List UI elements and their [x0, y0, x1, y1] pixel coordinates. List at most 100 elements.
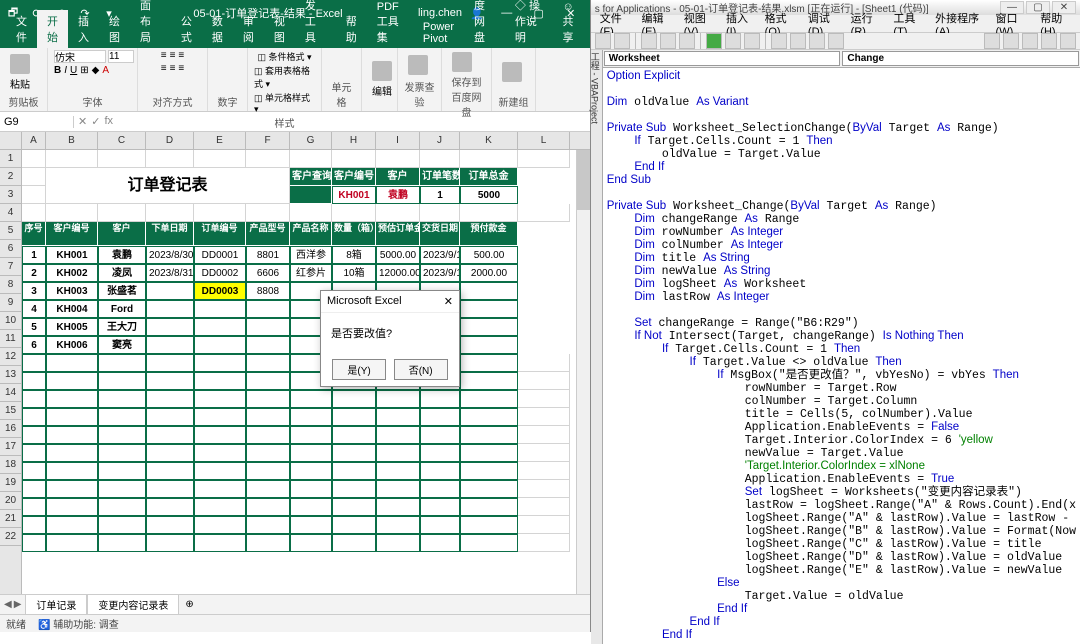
- cell[interactable]: 5: [22, 318, 46, 336]
- camera-button[interactable]: [498, 60, 526, 84]
- cell[interactable]: [460, 318, 518, 336]
- vbe-tool-icon[interactable]: [1060, 33, 1076, 49]
- invoice-verify-button[interactable]: [404, 53, 432, 77]
- cell[interactable]: [460, 150, 518, 168]
- vbe-stop-icon[interactable]: [744, 33, 760, 49]
- align-top-button[interactable]: ≡: [161, 50, 167, 61]
- cell[interactable]: KH002: [46, 264, 98, 282]
- cell[interactable]: [246, 300, 290, 318]
- cond-format-button[interactable]: ◫ 条件格式 ▾: [257, 50, 311, 63]
- vbe-tool-icon[interactable]: [828, 33, 844, 49]
- cell[interactable]: [98, 462, 146, 480]
- cell[interactable]: [420, 444, 460, 462]
- cell[interactable]: [246, 372, 290, 390]
- row-header[interactable]: 19: [0, 474, 21, 492]
- cell[interactable]: [246, 516, 290, 534]
- cell[interactable]: [22, 498, 46, 516]
- cell[interactable]: [290, 462, 332, 480]
- cell[interactable]: [98, 534, 146, 552]
- vbe-tool-icon[interactable]: [1003, 33, 1019, 49]
- cell[interactable]: [194, 300, 246, 318]
- row-header[interactable]: 10: [0, 312, 21, 330]
- cell[interactable]: [420, 390, 460, 408]
- vbe-procedure-dropdown[interactable]: Change: [842, 51, 1079, 66]
- row-header[interactable]: 12: [0, 348, 21, 366]
- col-header[interactable]: E: [194, 132, 246, 149]
- cell[interactable]: 8801: [246, 246, 290, 264]
- cell[interactable]: [420, 204, 460, 222]
- cell[interactable]: [332, 462, 376, 480]
- cell[interactable]: [46, 354, 98, 372]
- cell[interactable]: [290, 390, 332, 408]
- row-header[interactable]: 2: [0, 168, 21, 186]
- cell[interactable]: [460, 462, 518, 480]
- cell[interactable]: [460, 372, 518, 390]
- cell[interactable]: [420, 408, 460, 426]
- cell[interactable]: [290, 498, 332, 516]
- cell[interactable]: Ford: [98, 300, 146, 318]
- cell[interactable]: [376, 426, 420, 444]
- cell[interactable]: [98, 204, 146, 222]
- tab-pdftools[interactable]: PDF工具集: [367, 0, 413, 48]
- cell[interactable]: 西洋参: [290, 246, 332, 264]
- cell[interactable]: [290, 186, 332, 204]
- cell[interactable]: [518, 498, 570, 516]
- cell[interactable]: 袁鹏: [376, 186, 420, 204]
- vbe-tool-icon[interactable]: [595, 33, 611, 49]
- row-header[interactable]: 16: [0, 420, 21, 438]
- tab-draw[interactable]: 绘图: [99, 10, 130, 48]
- cell[interactable]: [246, 150, 290, 168]
- cell[interactable]: [22, 390, 46, 408]
- cell[interactable]: [460, 408, 518, 426]
- cell[interactable]: [518, 408, 570, 426]
- cell[interactable]: [146, 318, 194, 336]
- cell[interactable]: 客户: [376, 168, 420, 186]
- cell[interactable]: KH005: [46, 318, 98, 336]
- align-bot-button[interactable]: ≡: [178, 50, 184, 61]
- cell[interactable]: [518, 516, 570, 534]
- cell[interactable]: 2023/8/31: [146, 264, 194, 282]
- cell[interactable]: [518, 534, 570, 552]
- cell[interactable]: [518, 462, 570, 480]
- cell[interactable]: 订单编号: [194, 222, 246, 246]
- cell[interactable]: [22, 186, 46, 204]
- cell[interactable]: [146, 534, 194, 552]
- vbe-tool-icon[interactable]: [809, 33, 825, 49]
- cell[interactable]: [460, 300, 518, 318]
- cell[interactable]: [290, 204, 332, 222]
- cell[interactable]: [460, 480, 518, 498]
- paste-button[interactable]: 粘贴: [6, 52, 34, 93]
- cell[interactable]: [246, 354, 290, 372]
- cell[interactable]: [194, 426, 246, 444]
- cell[interactable]: [46, 150, 98, 168]
- align-mid-button[interactable]: ≡: [170, 50, 176, 61]
- cell[interactable]: [332, 516, 376, 534]
- cell[interactable]: [420, 480, 460, 498]
- vbe-run-icon[interactable]: [706, 33, 722, 49]
- cell[interactable]: [460, 444, 518, 462]
- cell[interactable]: [290, 516, 332, 534]
- cell[interactable]: [194, 354, 246, 372]
- cell[interactable]: [194, 444, 246, 462]
- cell[interactable]: 交货日期: [420, 222, 460, 246]
- cell[interactable]: [420, 534, 460, 552]
- cell[interactable]: [518, 426, 570, 444]
- col-header[interactable]: L: [518, 132, 570, 149]
- dialog-close-icon[interactable]: ✕: [444, 295, 453, 308]
- cell[interactable]: [518, 390, 570, 408]
- cell[interactable]: [46, 498, 98, 516]
- cell[interactable]: [376, 516, 420, 534]
- cell[interactable]: [46, 186, 290, 204]
- cell[interactable]: 2: [22, 264, 46, 282]
- cell[interactable]: [22, 516, 46, 534]
- cell[interactable]: 8箱: [332, 246, 376, 264]
- vbe-tool-icon[interactable]: [984, 33, 1000, 49]
- cell[interactable]: [194, 204, 246, 222]
- row-header[interactable]: 18: [0, 456, 21, 474]
- cell[interactable]: [194, 336, 246, 354]
- cell[interactable]: 产品型号: [246, 222, 290, 246]
- vbe-tool-icon[interactable]: [660, 33, 676, 49]
- row-header[interactable]: 8: [0, 276, 21, 294]
- cell[interactable]: 订单总金: [460, 168, 518, 186]
- cell[interactable]: [146, 444, 194, 462]
